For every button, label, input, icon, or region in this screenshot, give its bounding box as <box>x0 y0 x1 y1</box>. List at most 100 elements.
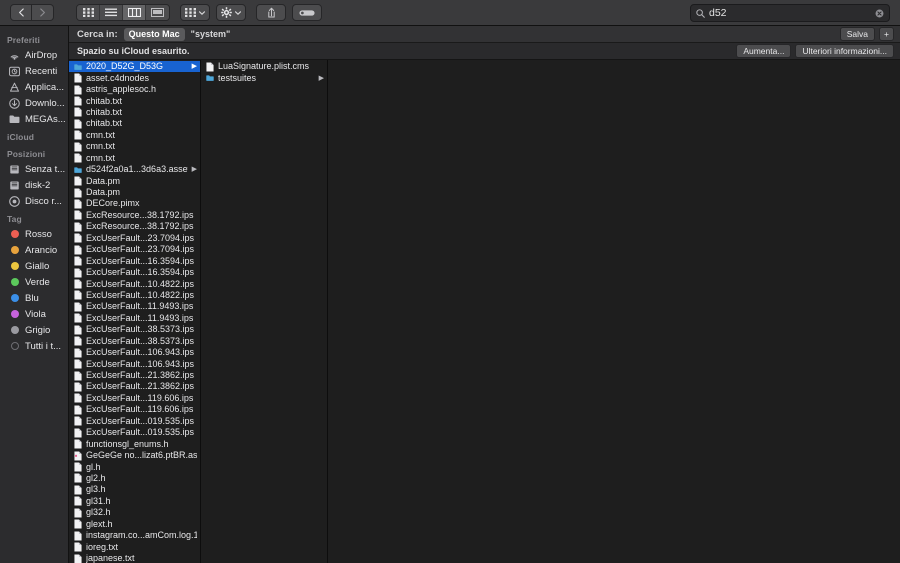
sidebar-item-download[interactable]: Downlo... <box>0 95 68 111</box>
file-row[interactable]: gl32.h <box>69 507 200 518</box>
sidebar-item-label: Blu <box>25 292 39 304</box>
sidebar-item-airdrop[interactable]: AirDrop <box>0 47 68 63</box>
document-icon <box>74 554 82 563</box>
disclosure-chevron-icon[interactable]: ▶ <box>319 74 324 83</box>
sidebar-tag-grigio[interactable]: Grigio <box>0 322 68 338</box>
sidebar-item-recenti[interactable]: Recenti <box>0 63 68 79</box>
file-row[interactable]: ExcUserFault...38.5373.ips <box>69 324 200 335</box>
file-row[interactable]: ExcUserFault...23.7094.ips <box>69 244 200 255</box>
item-label: instagram.co...amCom.log.1 <box>86 530 197 541</box>
file-row[interactable]: Data.pm <box>69 187 200 198</box>
file-row[interactable]: gl.h <box>69 461 200 472</box>
sidebar-tag-verde[interactable]: Verde <box>0 274 68 290</box>
file-row[interactable]: ExcUserFault...019.535.ips <box>69 416 200 427</box>
file-row[interactable]: ExcUserFault...21.3862.ips <box>69 381 200 392</box>
file-row[interactable]: gl2.h <box>69 473 200 484</box>
save-search-button[interactable]: Salva <box>839 27 876 41</box>
file-row[interactable]: ExcUserFault...11.9493.ips <box>69 301 200 312</box>
file-row[interactable]: ioreg.txt <box>69 541 200 552</box>
back-button[interactable] <box>10 4 32 21</box>
file-row[interactable]: ExcResource...38.1792.ips <box>69 210 200 221</box>
folder-row[interactable]: 2020_D52G_D53G ▶ <box>69 61 200 73</box>
add-criteria-button[interactable]: + <box>879 27 894 41</box>
action-menu-button[interactable] <box>216 4 246 21</box>
file-row[interactable]: asset.c4dnodes <box>69 72 200 83</box>
tag-button[interactable] <box>292 4 322 21</box>
group-by-button[interactable] <box>180 4 210 21</box>
item-label: ExcUserFault...23.7094.ips <box>86 232 195 243</box>
increase-storage-button[interactable]: Aumenta... <box>736 44 792 58</box>
scope-questo-mac[interactable]: Questo Mac <box>123 27 185 41</box>
forward-button[interactable] <box>32 4 54 21</box>
file-row[interactable]: Data.pm <box>69 175 200 186</box>
airdrop-icon <box>9 50 20 61</box>
sidebar-tag-rosso[interactable]: Rosso <box>0 226 68 242</box>
all-tags-icon <box>9 341 20 352</box>
file-row[interactable]: ExcUserFault...019.535.ips <box>69 427 200 438</box>
item-label: astris_applesoc.h <box>86 84 157 95</box>
column-view-icon[interactable] <box>123 5 146 20</box>
file-row[interactable]: japanese.txt <box>69 553 200 563</box>
sidebar-item-applicazioni[interactable]: Applica... <box>0 79 68 95</box>
file-row[interactable]: cmn.txt <box>69 153 200 164</box>
file-row[interactable]: ExcUserFault...16.3594.ips <box>69 255 200 266</box>
file-row[interactable]: chitab.txt <box>69 107 200 118</box>
sidebar-tag-viola[interactable]: Viola <box>0 306 68 322</box>
file-row[interactable]: ExcUserFault...119.606.ips <box>69 393 200 404</box>
file-row[interactable]: glext.h <box>69 519 200 530</box>
document-icon <box>74 348 82 358</box>
file-row[interactable]: ExcUserFault...119.606.ips <box>69 404 200 415</box>
scope-system[interactable]: "system" <box>191 29 231 39</box>
sidebar-tag-giallo[interactable]: Giallo <box>0 258 68 274</box>
document-icon <box>74 153 82 163</box>
document-icon <box>74 96 82 106</box>
file-row[interactable]: astris_applesoc.h <box>69 84 200 95</box>
empty-column[interactable] <box>328 60 900 563</box>
file-row[interactable]: gl3.h <box>69 484 200 495</box>
disclosure-chevron-icon[interactable]: ▶ <box>192 62 197 71</box>
results-column[interactable]: 2020_D52G_D53G ▶ asset.c4dnodes astris_appl… <box>69 60 201 563</box>
sidebar-item-disco-remoto[interactable]: Disco r... <box>0 193 68 209</box>
share-button[interactable] <box>256 4 286 21</box>
file-row[interactable]: GeGeGe no...lizat6.ptBR.ass <box>69 450 200 461</box>
disclosure-chevron-icon[interactable]: ▶ <box>192 165 197 174</box>
file-row[interactable]: DECore.pimx <box>69 198 200 209</box>
search-field[interactable]: d52 <box>690 4 890 22</box>
sidebar-tag-tutti[interactable]: Tutti i t... <box>0 338 68 354</box>
file-row[interactable]: ExcUserFault...10.4822.ips <box>69 278 200 289</box>
file-row[interactable]: ExcUserFault...16.3594.ips <box>69 267 200 278</box>
sidebar-item-megasync[interactable]: MEGAs... <box>0 111 68 127</box>
more-info-button[interactable]: Ulteriori informazioni... <box>795 44 894 58</box>
file-row[interactable]: ExcUserFault...21.3862.ips <box>69 370 200 381</box>
search-input-value[interactable]: d52 <box>709 7 871 19</box>
sidebar-section-icloud-title: iCloud <box>7 132 35 142</box>
sidebar-item-disk-2[interactable]: disk-2 <box>0 177 68 193</box>
file-row[interactable]: chitab.txt <box>69 118 200 129</box>
file-row[interactable]: LuaSignature.plist.cms <box>201 61 327 72</box>
file-row[interactable]: gl31.h <box>69 496 200 507</box>
list-view-icon[interactable] <box>100 5 123 20</box>
file-row[interactable]: cmn.txt <box>69 130 200 141</box>
file-row[interactable]: ExcUserFault...106.943.ips <box>69 358 200 369</box>
file-row[interactable]: ExcUserFault...38.5373.ips <box>69 336 200 347</box>
folder-row[interactable]: testsuites ▶ <box>201 72 327 83</box>
file-row[interactable]: chitab.txt <box>69 95 200 106</box>
gallery-view-icon[interactable] <box>146 5 169 20</box>
file-row[interactable]: instagram.co...amCom.log.1 <box>69 530 200 541</box>
folder-row[interactable]: d524f2a0a1...3d6a3.asset ▶ <box>69 164 200 175</box>
sidebar-tag-arancio[interactable]: Arancio <box>0 242 68 258</box>
chevron-down-icon <box>199 10 205 15</box>
file-row[interactable]: ExcUserFault...23.7094.ips <box>69 233 200 244</box>
file-row[interactable]: ExcUserFault...11.9493.ips <box>69 313 200 324</box>
file-row[interactable]: ExcUserFault...106.943.ips <box>69 347 200 358</box>
file-row[interactable]: cmn.txt <box>69 141 200 152</box>
sidebar-tag-blu[interactable]: Blu <box>0 290 68 306</box>
clear-circle-icon[interactable] <box>875 9 884 18</box>
file-row[interactable]: ExcResource...38.1792.ips <box>69 221 200 232</box>
preview-column[interactable]: LuaSignature.plist.cms testsuites ▶ <box>201 60 328 563</box>
file-row[interactable]: ExcUserFault...10.4822.ips <box>69 290 200 301</box>
file-row[interactable]: functionsgl_enums.h <box>69 438 200 449</box>
document-icon <box>74 142 82 152</box>
sidebar-item-senza-titolo[interactable]: Senza t... <box>0 161 68 177</box>
icon-view-icon[interactable] <box>77 5 100 20</box>
